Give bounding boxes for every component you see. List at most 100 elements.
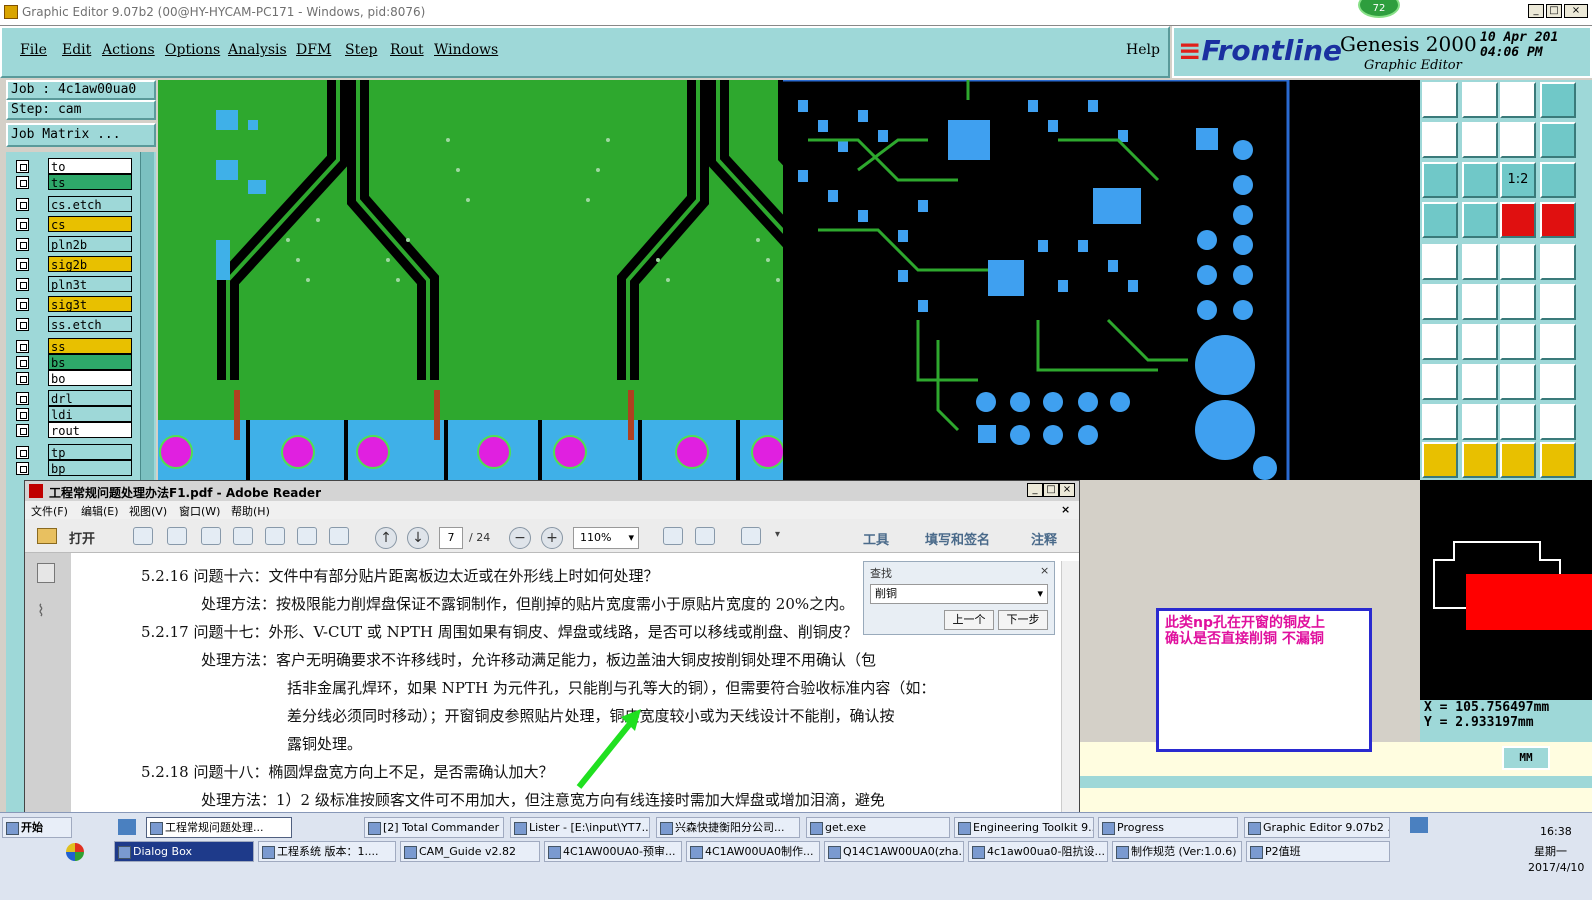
fill-sign-pane-button[interactable]: 填写和签名 (925, 529, 990, 548)
tool-group-icon[interactable] (1540, 364, 1576, 400)
reader-menu-view[interactable]: 视图(V) (129, 503, 167, 519)
menu-help[interactable]: Help (1126, 42, 1160, 58)
fullscreen-icon[interactable] (741, 527, 761, 545)
layer-row-ldi[interactable]: ldi (12, 406, 132, 423)
tool-zoom-out-icon[interactable] (1462, 162, 1498, 198)
tool-cross-icon[interactable] (1462, 284, 1498, 320)
tool-layer-icon[interactable] (1500, 202, 1536, 238)
fit-page-icon[interactable] (663, 527, 683, 545)
layer-name[interactable]: bo (48, 370, 132, 386)
quick-launch-icon[interactable] (118, 819, 136, 835)
layer-row-pln3t[interactable]: pln3t (12, 276, 132, 293)
create-pdf-icon[interactable] (133, 527, 153, 545)
layer-row-bp[interactable]: bp (12, 460, 132, 477)
layer-checkbox[interactable] (16, 462, 29, 475)
layer-row-to[interactable]: to (12, 158, 132, 175)
find-next-button[interactable]: 下一步 (998, 610, 1048, 630)
menu-analysis[interactable]: Analysis (228, 42, 287, 58)
menu-step[interactable]: Step (345, 42, 377, 58)
layer-checkbox[interactable] (16, 218, 29, 231)
layer-name[interactable]: bs (48, 354, 132, 370)
tool-select-icon[interactable] (1422, 244, 1458, 280)
email-icon[interactable] (329, 527, 349, 545)
layer-row-pln2b[interactable]: pln2b (12, 236, 132, 253)
layer-name[interactable]: sig3t (48, 296, 132, 312)
tool-dimension-icon[interactable] (1500, 364, 1536, 400)
zoom-out-icon[interactable]: − (509, 527, 531, 549)
layer-row-cs-etch[interactable]: cs.etch (12, 196, 132, 213)
tool-route-icon[interactable] (1540, 442, 1576, 478)
reader-menu-window[interactable]: 窗口(W) (179, 503, 220, 519)
tool-home-icon[interactable] (1500, 82, 1536, 118)
layer-row-cs[interactable]: cs (12, 216, 132, 233)
close-button[interactable]: × (1564, 4, 1588, 18)
folder-open-icon[interactable] (37, 528, 57, 544)
tool-triangle4-icon[interactable] (1540, 404, 1576, 440)
reader-minimize-button[interactable]: _ (1027, 483, 1043, 497)
task-item[interactable]: Q14C1AW00UA0(zha... (824, 841, 964, 862)
comment-pane-button[interactable]: 注释 (1031, 529, 1057, 548)
reader-maximize-button[interactable]: □ (1043, 483, 1059, 497)
maximize-button[interactable]: □ (1546, 4, 1562, 18)
layer-checkbox[interactable] (16, 258, 29, 271)
layer-name[interactable]: ss.etch (48, 316, 132, 332)
layer-name[interactable]: sig2b (48, 256, 132, 272)
layer-row-ts[interactable]: ts (12, 174, 132, 191)
task-item[interactable]: get.exe (806, 817, 950, 838)
job-matrix-button[interactable]: Job Matrix ... (6, 123, 156, 147)
tool-pointer3-icon[interactable] (1500, 442, 1536, 478)
tool-edit-icon[interactable] (1462, 244, 1498, 280)
tool-filter-icon[interactable] (1540, 202, 1576, 238)
layer-row-sig3t[interactable]: sig3t (12, 296, 132, 313)
reader-menu-file[interactable]: 文件(F) (31, 503, 68, 519)
layer-checkbox[interactable] (16, 298, 29, 311)
find-previous-button[interactable]: 上一个 (944, 610, 994, 630)
tool-circle-icon[interactable] (1540, 244, 1576, 280)
tool-connect-icon[interactable] (1422, 284, 1458, 320)
tool-arc-icon[interactable] (1500, 324, 1536, 360)
toolbar-more-icon[interactable]: ▾ (775, 529, 780, 540)
tool-text-icon[interactable] (1540, 324, 1576, 360)
layer-checkbox[interactable] (16, 198, 29, 211)
menu-file[interactable]: File (20, 42, 47, 58)
layer-name[interactable]: rout (48, 422, 132, 438)
layer-checkbox[interactable] (16, 424, 29, 437)
tool-help-icon[interactable] (1540, 162, 1576, 198)
layer-checkbox[interactable] (16, 392, 29, 405)
tool-open-icon[interactable] (1422, 82, 1458, 118)
tool-angle-icon[interactable] (1422, 324, 1458, 360)
minimize-button[interactable]: _ (1528, 4, 1544, 18)
layer-checkbox[interactable] (16, 160, 29, 173)
pcb-canvas[interactable] (158, 80, 1420, 480)
reader-menu-edit[interactable]: 编辑(E) (81, 503, 119, 519)
menu-rout[interactable]: Rout (390, 42, 424, 58)
menu-options[interactable]: Options (165, 42, 220, 58)
export-pdf-icon[interactable] (167, 527, 187, 545)
layer-name[interactable]: pln2b (48, 236, 132, 252)
tool-pointer2-icon[interactable] (1462, 442, 1498, 478)
layer-checkbox[interactable] (16, 446, 29, 459)
layer-name[interactable]: ts (48, 174, 132, 190)
tool-pointer-icon[interactable] (1422, 442, 1458, 478)
task-item[interactable]: P2值班 (1246, 841, 1390, 862)
fit-width-icon[interactable] (695, 527, 715, 545)
upload-icon[interactable] (233, 527, 253, 545)
task-item[interactable]: 工程系统 版本：1.... (258, 841, 396, 862)
layer-checkbox[interactable] (16, 340, 29, 353)
layer-name[interactable]: ldi (48, 406, 132, 422)
menu-actions[interactable]: Actions (102, 42, 155, 58)
tool-snap-icon[interactable] (1422, 202, 1458, 238)
menu-windows[interactable]: Windows (434, 42, 498, 58)
layer-checkbox[interactable] (16, 356, 29, 369)
layer-row-bo[interactable]: bo (12, 370, 132, 387)
task-item[interactable]: CAM_Guide v2.82 (400, 841, 540, 862)
preview-window[interactable] (1420, 480, 1592, 700)
menu-dfm[interactable]: DFM (296, 42, 331, 58)
tray-icon[interactable] (1410, 817, 1428, 833)
task-item[interactable]: Dialog Box (114, 841, 254, 862)
tool-point-icon[interactable] (1422, 364, 1458, 400)
layer-name[interactable]: pln3t (48, 276, 132, 292)
print-icon[interactable] (297, 527, 317, 545)
sign-icon[interactable] (201, 527, 221, 545)
tool-scale-icon[interactable]: 1:2 (1500, 162, 1536, 198)
